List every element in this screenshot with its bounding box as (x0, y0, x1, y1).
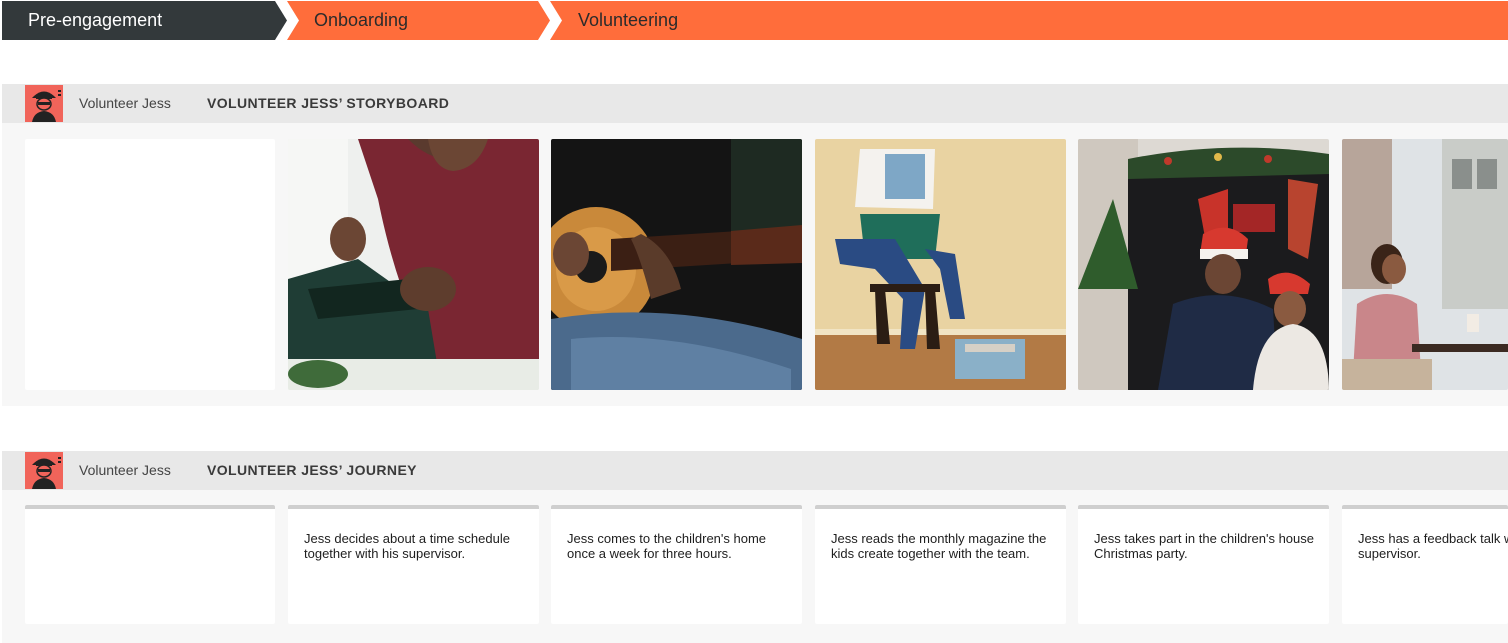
phase-volunteering-bg (550, 1, 1508, 40)
storyboard-lane-header: Volunteer Jess VOLUNTEER JESS’ STORYBOAR… (2, 84, 1508, 123)
journey-step-card[interactable]: Jess takes part in the children's house … (1078, 505, 1329, 624)
journey-step-card[interactable]: Jess reads the monthly magazine the kids… (815, 505, 1066, 624)
cafe-conversation-photo[interactable] (1342, 139, 1508, 390)
persona-name: Volunteer Jess (79, 95, 171, 111)
journey-step-card[interactable]: Jess has a feedback talk with his superv… (1342, 505, 1508, 624)
phase-onboarding[interactable]: Onboarding (314, 9, 408, 31)
reading-magazine-photo[interactable] (815, 139, 1066, 390)
phase-bar: Pre-engagement Onboarding Volunteering (0, 0, 1508, 40)
phase-volunteering[interactable]: Volunteering (578, 9, 678, 31)
journey-step-text: Jess has a feedback talk with his superv… (1358, 531, 1508, 561)
journey-title: VOLUNTEER JESS’ JOURNEY (207, 462, 417, 478)
christmas-party-photo[interactable] (1078, 139, 1329, 390)
journey-empty-card[interactable] (25, 505, 275, 624)
phase-pre-engagement[interactable]: Pre-engagement (28, 9, 162, 31)
volunteer-avatar-icon (25, 452, 63, 489)
storyboard-title: VOLUNTEER JESS’ STORYBOARD (207, 95, 450, 111)
persona-name: Volunteer Jess (79, 462, 171, 478)
journey-lane-header: Volunteer Jess VOLUNTEER JESS’ JOURNEY (2, 451, 1508, 490)
journey-step-text: Jess decides about a time schedule toget… (304, 531, 510, 561)
volunteer-avatar-icon (25, 85, 63, 122)
man-writing-notebook-photo[interactable] (288, 139, 539, 390)
journey-step-text: Jess takes part in the children's house … (1094, 531, 1314, 561)
storyboard-empty-card[interactable] (25, 139, 275, 390)
playing-guitar-photo[interactable] (551, 139, 802, 390)
journey-step-card[interactable]: Jess decides about a time schedule toget… (288, 505, 539, 624)
journey-step-card[interactable]: Jess comes to the children's home once a… (551, 505, 802, 624)
journey-step-text: Jess reads the monthly magazine the kids… (831, 531, 1047, 561)
journey-step-text: Jess comes to the children's home once a… (567, 531, 767, 561)
